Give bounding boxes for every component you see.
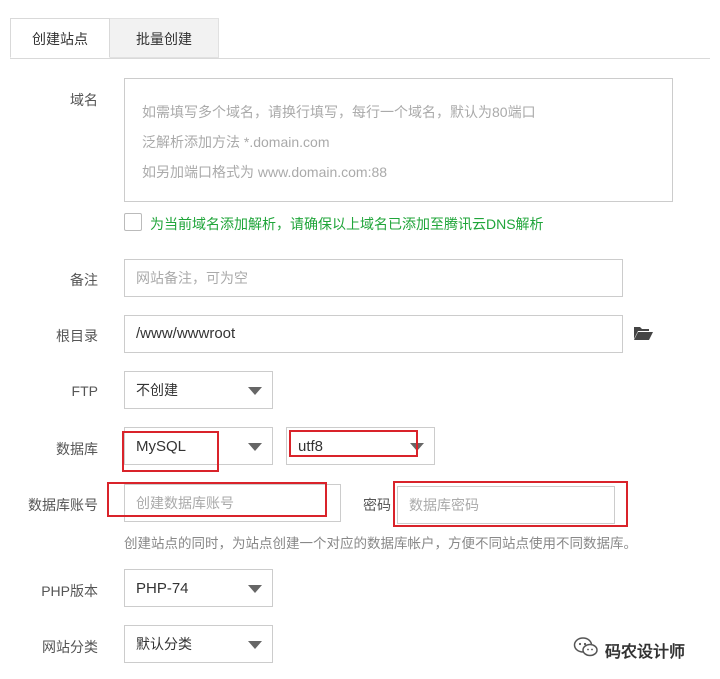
php-version-label: PHP版本 (41, 583, 98, 599)
dns-checkbox[interactable] (124, 213, 142, 231)
watermark-text: 码农设计师 (605, 644, 686, 661)
db-password-label: 密码 (363, 497, 391, 513)
domain-label: 域名 (70, 92, 98, 108)
wechat-icon (573, 637, 598, 657)
db-account-input[interactable]: 创建数据库账号 (124, 484, 341, 522)
db-password-input[interactable]: 数据库密码 (397, 486, 615, 524)
site-category-select[interactable]: 默认分类 (124, 625, 273, 663)
database-charset-select[interactable]: utf8 (286, 427, 435, 465)
site-category-value: 默认分类 (136, 636, 192, 652)
domain-placeholder-line-2: 泛解析添加方法 *.domain.com (142, 134, 330, 150)
remark-input[interactable]: 网站备注，可为空 (124, 259, 623, 297)
site-category-label: 网站分类 (42, 639, 98, 655)
chevron-down-icon (248, 443, 262, 451)
database-label: 数据库 (56, 441, 98, 457)
database-type-select[interactable]: MySQL (124, 427, 273, 465)
database-charset-value: utf8 (298, 438, 324, 455)
ftp-label: FTP (71, 383, 98, 399)
chevron-down-icon (248, 585, 262, 593)
dns-checkbox-label[interactable]: 为当前域名添加解析，请确保以上域名已添加至腾讯云DNS解析 (150, 214, 544, 234)
chevron-down-icon (248, 387, 262, 395)
root-path-input[interactable]: /www/wwwroot (124, 315, 623, 353)
domain-placeholder-line-3: 如另加端口格式为 www.domain.com:88 (142, 164, 388, 180)
ftp-select[interactable]: 不创建 (124, 371, 273, 409)
root-label: 根目录 (56, 328, 98, 344)
chevron-down-icon (248, 641, 262, 649)
ftp-selected-value: 不创建 (136, 382, 178, 398)
tab-create-site[interactable]: 创建站点 (10, 18, 110, 58)
chevron-down-icon (410, 443, 424, 451)
tab-batch-create[interactable]: 批量创建 (110, 18, 219, 58)
db-account-hint: 创建站点的同时，为站点创建一个对应的数据库帐户，方便不同站点使用不同数据库。 (124, 536, 637, 551)
php-version-value: PHP-74 (136, 580, 189, 597)
tab-bar: 创建站点 批量创建 (10, 18, 710, 59)
folder-open-icon[interactable] (633, 325, 653, 341)
php-version-select[interactable]: PHP-74 (124, 569, 273, 607)
domain-placeholder-line-1: 如需填写多个域名，请换行填写，每行一个域名，默认为80端口 (142, 104, 536, 120)
db-account-label: 数据库账号 (28, 497, 98, 513)
remark-label: 备注 (70, 272, 98, 288)
database-type-value: MySQL (136, 438, 187, 455)
watermark: 码农设计师 (573, 633, 713, 663)
domain-textarea[interactable]: 如需填写多个域名，请换行填写，每行一个域名，默认为80端口 泛解析添加方法 *.… (124, 78, 673, 202)
